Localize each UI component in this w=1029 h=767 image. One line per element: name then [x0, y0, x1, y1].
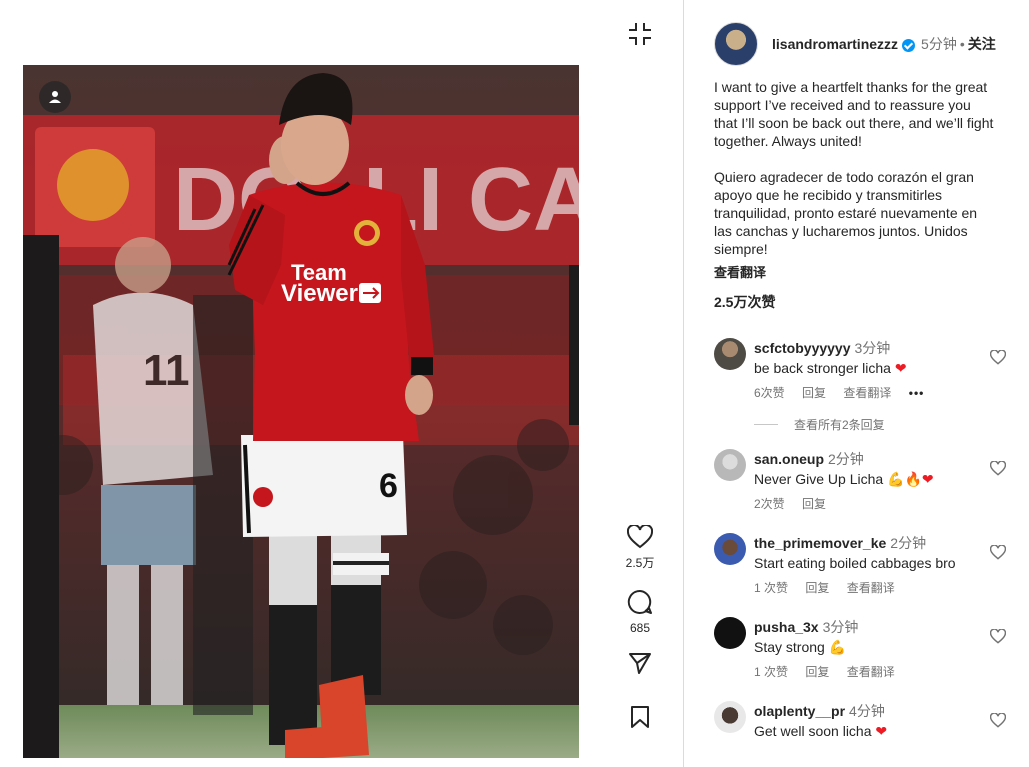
comment-likes[interactable]: 1 次赞 — [754, 665, 788, 679]
comment-time: 3分钟 — [822, 619, 859, 635]
comment-likes[interactable]: 2次赞 — [754, 497, 785, 511]
post-details-panel: lisandromartinezzz 5分钟 • 关注 I want to gi… — [683, 0, 1029, 767]
heart-icon — [989, 628, 1007, 644]
comment-icon — [627, 589, 652, 614]
heart-icon — [989, 349, 1007, 365]
comment-text: Never Give Up Licha — [754, 471, 888, 487]
commenter-username[interactable]: san.oneup — [754, 451, 824, 467]
save-button[interactable] — [624, 702, 656, 732]
view-replies-button[interactable]: 查看所有2条回复 — [754, 416, 885, 433]
likes-count-text[interactable]: 2.5万次赞 — [714, 292, 775, 312]
commenter-avatar[interactable] — [714, 617, 746, 649]
comment-time: 2分钟 — [828, 451, 864, 467]
heart-icon — [627, 525, 653, 549]
post-time[interactable]: 5分钟 — [921, 34, 957, 54]
comment-emoji: 💪🔥❤ — [887, 471, 934, 487]
background-shirt-number: 11 — [143, 346, 190, 395]
reply-button[interactable]: 回复 — [802, 497, 826, 511]
commenter-username[interactable]: scfctobyyyyyy — [754, 340, 851, 356]
comment-like-button[interactable] — [989, 544, 1007, 565]
comment-time: 3分钟 — [854, 340, 891, 356]
view-replies-label: 查看所有2条回复 — [794, 418, 885, 432]
action-bar: 2.5万 685 — [610, 0, 670, 767]
comment-like-button[interactable] — [989, 460, 1007, 481]
comment-like-button[interactable] — [989, 628, 1007, 649]
post-photo: DOLLI CAD 11 — [23, 65, 579, 758]
separator-dot: • — [959, 36, 965, 52]
share-icon — [629, 653, 651, 674]
comment-text: Start eating boiled cabbages bro — [754, 555, 956, 571]
comment-likes[interactable]: 6次赞 — [754, 386, 785, 400]
author-avatar[interactable] — [714, 22, 758, 66]
author-username[interactable]: lisandromartinezzz — [772, 36, 898, 52]
reply-button[interactable]: 回复 — [805, 581, 829, 595]
comment-time: 2分钟 — [890, 535, 927, 551]
comment-time: 4分钟 — [849, 703, 885, 719]
like-button[interactable] — [624, 522, 656, 552]
comment-text: be back stronger licha — [754, 360, 895, 376]
heart-icon — [989, 712, 1007, 728]
comment-count: 685 — [629, 621, 651, 635]
heart-icon — [989, 460, 1007, 476]
shorts-number: 6 — [379, 467, 398, 505]
comment-emoji: ❤ — [894, 360, 907, 376]
verified-badge-icon — [902, 38, 916, 52]
post-caption: I want to give a heartfelt thanks for th… — [714, 79, 994, 257]
heart-icon — [989, 544, 1007, 560]
reply-button[interactable]: 回复 — [802, 386, 826, 400]
commenter-avatar[interactable] — [714, 449, 746, 481]
commenter-username[interactable]: olaplenty__pr — [754, 703, 845, 719]
commenter-avatar[interactable] — [714, 338, 746, 370]
commenter-username[interactable]: the_primemover_ke — [754, 535, 886, 551]
commenter-username[interactable]: pusha_3x — [754, 619, 819, 635]
bookmark-icon — [631, 706, 649, 728]
comment-like-button[interactable] — [989, 349, 1007, 370]
comment-text: Get well soon licha — [754, 723, 876, 739]
user-tag-icon — [49, 91, 61, 103]
see-translation-link[interactable]: 查看翻译 — [714, 262, 766, 281]
translate-link[interactable]: 查看翻译 — [847, 665, 895, 679]
comment-button[interactable] — [624, 586, 656, 618]
reply-button[interactable]: 回复 — [805, 665, 829, 679]
like-count: 2.5万 — [625, 556, 655, 570]
sponsor-text-line2: Viewer — [281, 280, 358, 307]
post-header: lisandromartinezzz 5分钟 • 关注 — [714, 22, 996, 66]
comment-like-button[interactable] — [989, 712, 1007, 733]
share-button[interactable] — [624, 648, 656, 678]
comment-emoji: 💪 — [828, 639, 847, 655]
comment-likes[interactable]: 1 次赞 — [754, 581, 788, 595]
commenter-avatar[interactable] — [714, 701, 746, 733]
user-tag-button[interactable] — [39, 81, 71, 113]
translate-link[interactable]: 查看翻译 — [843, 386, 891, 400]
follow-button[interactable]: 关注 — [968, 34, 996, 54]
comment-emoji: ❤ — [875, 723, 888, 739]
divider-line — [754, 424, 778, 425]
commenter-avatar[interactable] — [714, 533, 746, 565]
translate-link[interactable]: 查看翻译 — [847, 581, 895, 595]
comment-text: Stay strong — [754, 639, 829, 655]
more-options-icon[interactable]: ••• — [909, 386, 925, 400]
